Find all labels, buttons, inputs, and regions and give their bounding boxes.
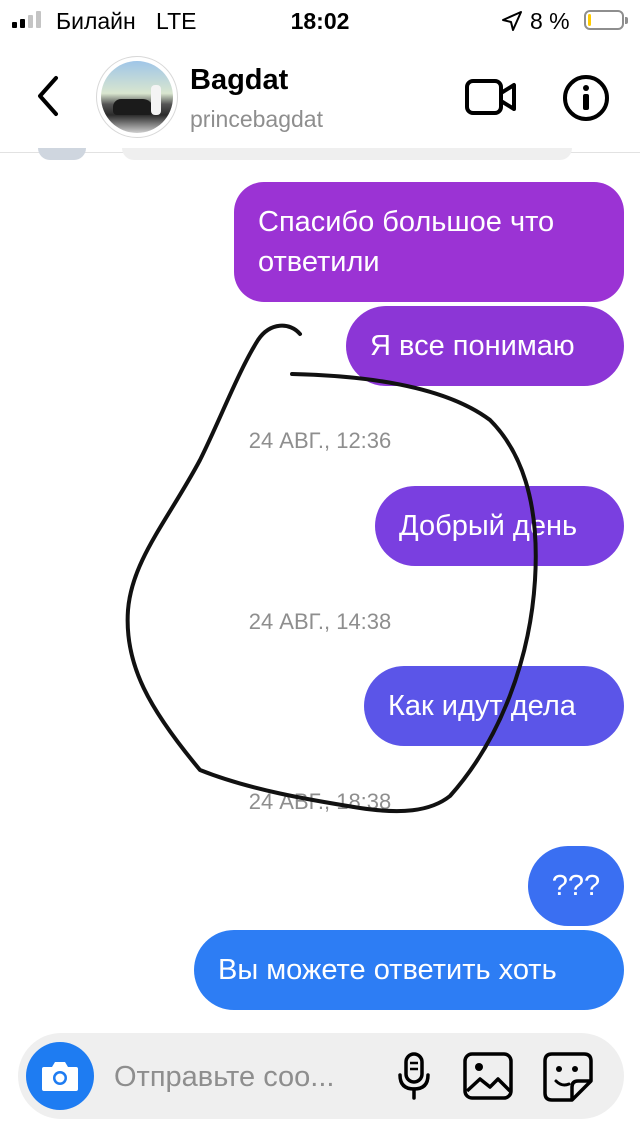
previous-message-fragment	[38, 148, 86, 160]
avatar[interactable]	[96, 56, 178, 138]
message-text: Спасибо большое что	[258, 206, 555, 238]
microphone-icon[interactable]	[394, 1051, 434, 1101]
chat-username[interactable]: princebagdat	[190, 106, 323, 133]
chat-name[interactable]: Bagdat	[190, 64, 288, 97]
message-text: Вы можете ответить хоть	[218, 954, 557, 986]
camera-button[interactable]	[26, 1042, 94, 1110]
sticker-icon[interactable]	[542, 1051, 594, 1103]
location-arrow-icon	[502, 11, 522, 31]
chat-header: Bagdat princebagdat	[0, 42, 640, 153]
message-text: ???	[551, 870, 601, 902]
camera-icon	[42, 1062, 78, 1091]
battery-fill	[588, 14, 591, 26]
message-composer	[18, 1033, 624, 1119]
sent-message[interactable]: Спасибо большое что ответили	[234, 182, 624, 302]
message-text: Я все понимаю	[370, 330, 575, 362]
timestamp: 24 АВГ., 12:36	[248, 428, 392, 453]
battery-percent: 8 %	[530, 8, 570, 34]
message-text: ответили	[258, 246, 380, 278]
timestamp: 24 АВГ., 14:38	[248, 609, 392, 634]
timestamp: 24 АВГ., 18:38	[248, 789, 392, 814]
status-bar: Билайн LTE 18:02 8 %	[0, 0, 640, 42]
message-input[interactable]	[112, 1055, 376, 1099]
back-chevron-icon[interactable]	[28, 70, 68, 122]
battery-icon	[584, 10, 628, 30]
sent-message[interactable]: Я все понимаю	[346, 306, 624, 386]
video-camera-icon[interactable]	[464, 76, 518, 118]
sent-message[interactable]: ???	[528, 846, 624, 926]
gallery-icon[interactable]	[462, 1051, 514, 1101]
sent-message[interactable]: Добрый день	[375, 486, 624, 566]
message-text: Как идут дела	[388, 690, 576, 722]
previous-message-fragment	[122, 148, 572, 160]
message-text: Добрый день	[399, 510, 578, 542]
sent-message[interactable]: Как идут дела	[364, 666, 624, 746]
info-icon[interactable]	[562, 74, 610, 122]
sent-message[interactable]: Вы можете ответить хоть	[194, 930, 624, 1010]
